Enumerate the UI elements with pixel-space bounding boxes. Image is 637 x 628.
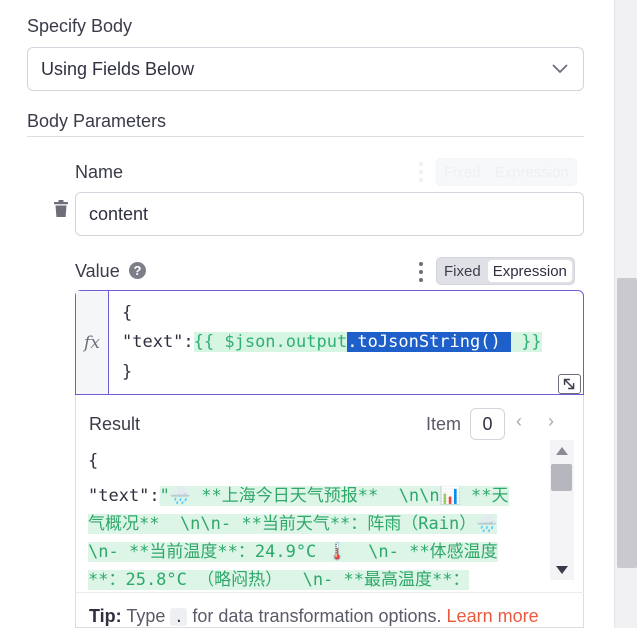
specify-body-select[interactable]: Using Fields Below: [27, 47, 584, 91]
result-value: **：25.8°C （略闷热） \n- **最高温度**：: [88, 570, 470, 590]
resize-icon[interactable]: [558, 374, 581, 394]
name-toggle-fixed[interactable]: Fixed: [437, 159, 488, 185]
result-scroll-track: [550, 440, 574, 580]
result-line-1: {: [88, 451, 99, 471]
code-line-2: "text":{{ $json.output.toJsonString() }}: [122, 332, 542, 352]
result-line-5: **：25.8°C （略闷热） \n- **最高温度**：: [88, 565, 470, 590]
value-label: Value: [75, 261, 120, 281]
kebab-menu-icon[interactable]: [418, 162, 423, 182]
chevron-down-icon: [552, 64, 568, 74]
value-toggle-fixed[interactable]: Fixed: [437, 258, 488, 284]
result-value: \n- **当前温度**：24.9°C 🌡️ \n- **体感温度: [88, 542, 498, 562]
tip-text: Tip: Type . for data transformation opti…: [89, 606, 539, 627]
result-line-2: "text":"🌧️ **上海今日天气预报** \n\n📊 **天: [88, 481, 509, 506]
trash-icon[interactable]: [53, 200, 69, 218]
tip-before: Type: [121, 606, 171, 626]
fx-icon: fx: [76, 291, 109, 394]
help-circle-icon[interactable]: ?: [129, 262, 146, 279]
body-parameters-heading: Body Parameters: [27, 111, 167, 131]
item-label: Item: [426, 414, 462, 434]
result-scrollbar[interactable]: [551, 464, 572, 491]
scroll-up-icon[interactable]: [556, 447, 568, 455]
tip-divider: [75, 592, 584, 593]
value-toggle-expression[interactable]: Expression: [487, 260, 572, 282]
result-value: "🌧️ **上海今日天气预报** \n\n📊 **天: [159, 486, 509, 506]
panel-scrollbar[interactable]: [617, 278, 637, 568]
expression-editor[interactable]: fx { "text":{{ $json.output.toJsonString…: [75, 290, 584, 395]
specify-body-label: Specify Body: [27, 16, 133, 36]
result-key: "text":: [88, 486, 160, 506]
name-input[interactable]: content: [75, 192, 584, 236]
expression-token: {{ $json.output: [193, 332, 348, 352]
name-input-value: content: [89, 203, 149, 224]
expression-close: }}: [510, 332, 542, 352]
scroll-down-icon[interactable]: [556, 566, 568, 574]
tip-code: .: [170, 608, 188, 626]
result-value: 气概况** \n\n- **当前天气**：阵雨（Rain）🌧️: [88, 514, 498, 534]
value-fixed-expression-toggle[interactable]: Fixed Expression: [436, 257, 575, 285]
result-line-4: \n- **当前温度**：24.9°C 🌡️ \n- **体感温度: [88, 537, 498, 562]
result-heading: Result: [89, 414, 141, 434]
prev-item-button[interactable]: ‹: [516, 411, 522, 432]
selected-text: .toJsonString(): [347, 332, 511, 352]
tip-after: for data transformation options.: [187, 606, 447, 626]
kebab-menu-icon[interactable]: [418, 262, 423, 282]
code-key: "text":: [122, 332, 194, 352]
divider: [27, 136, 584, 137]
learn-more-link[interactable]: Learn more: [447, 606, 539, 626]
next-item-button[interactable]: ›: [548, 411, 554, 432]
code-line-3: }: [122, 362, 133, 382]
item-index-input[interactable]: 0: [470, 408, 505, 440]
result-line-3: 气概况** \n\n- **当前天气**：阵雨（Rain）🌧️: [88, 509, 498, 534]
name-fixed-expression-toggle[interactable]: Fixed Expression: [436, 158, 577, 186]
code-line-1: {: [122, 303, 133, 323]
specify-body-value: Using Fields Below: [41, 58, 195, 79]
name-label: Name: [75, 162, 124, 182]
name-toggle-expression[interactable]: Expression: [488, 159, 576, 185]
tip-prefix: Tip:: [89, 606, 122, 626]
